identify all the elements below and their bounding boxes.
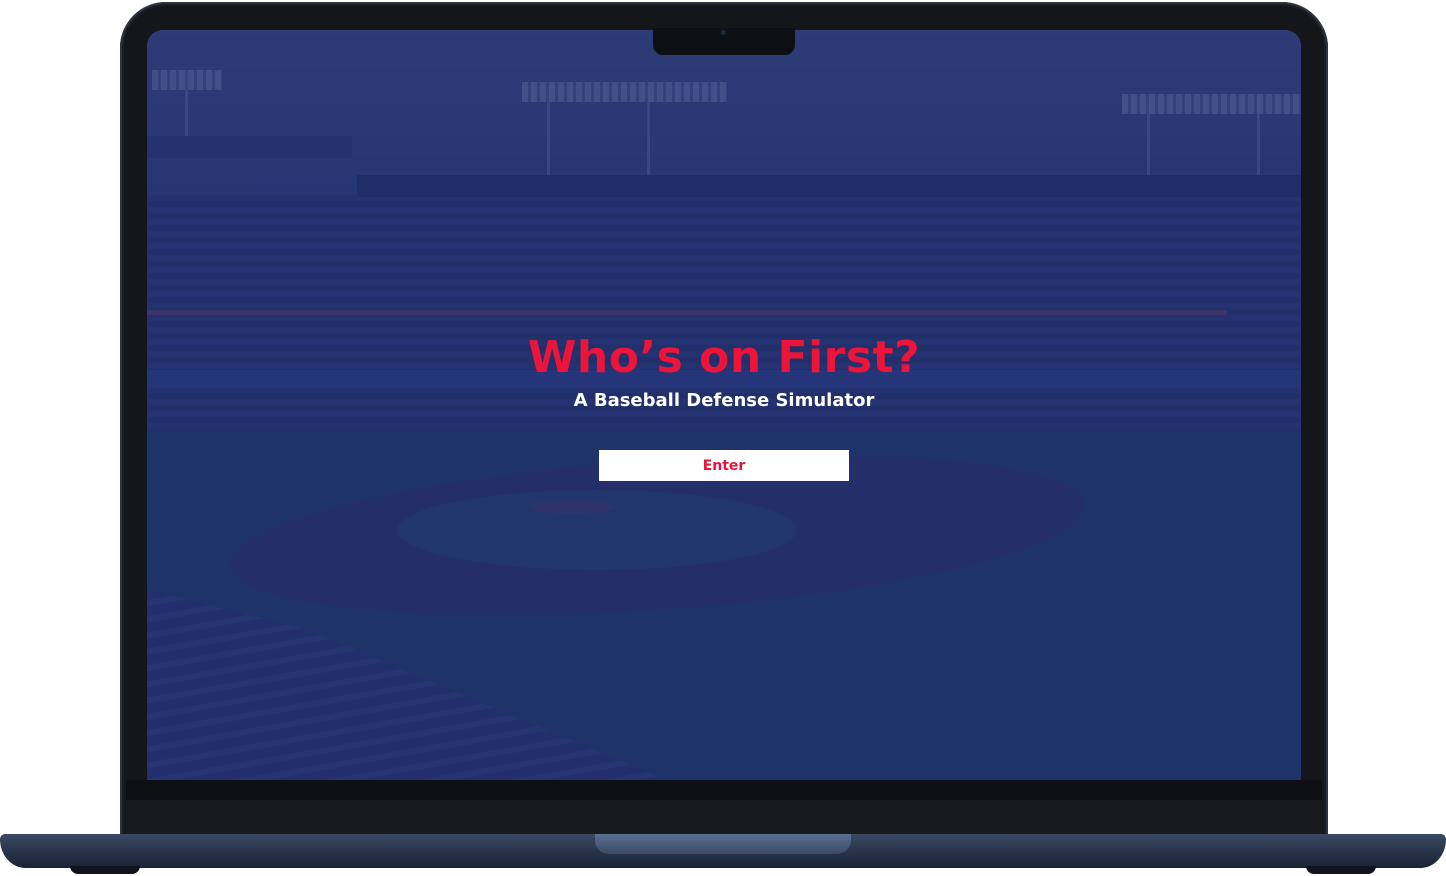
laptop-lip-notch <box>595 834 851 854</box>
laptop-frame: Who’s on First? A Baseball Defense Simul… <box>0 0 1446 876</box>
laptop-chin-strip <box>126 800 1322 834</box>
camera-icon <box>719 28 728 37</box>
screen: Who’s on First? A Baseball Defense Simul… <box>147 30 1301 780</box>
page-subtitle: A Baseball Defense Simulator <box>573 390 875 411</box>
laptop-foot-right <box>1306 866 1376 874</box>
enter-button[interactable]: Enter <box>599 450 849 481</box>
page-title: Who’s on First? <box>527 332 921 383</box>
laptop-foot-left <box>70 866 140 874</box>
landing-content: Who’s on First? A Baseball Defense Simul… <box>147 30 1301 780</box>
